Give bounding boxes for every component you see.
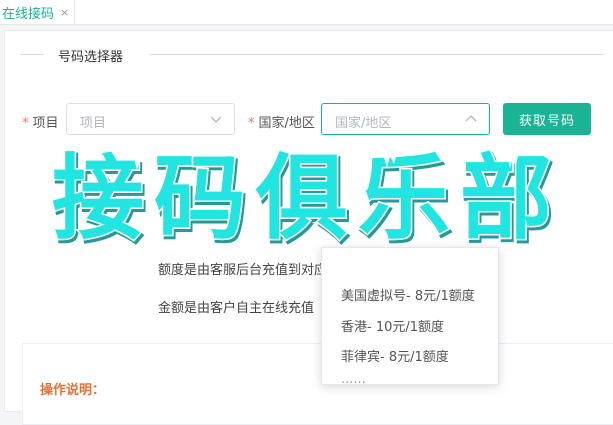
region-dropdown: 美国虚拟号- 8元/1额度 香港- 10元/1额度 菲律宾- 8元/1额度 ··… <box>321 247 499 385</box>
required-mark: * <box>248 116 255 131</box>
tab-label: 在线接码 <box>2 6 55 22</box>
notice-quota: 额度是由客服后台充值到对应 <box>158 263 328 278</box>
tab-bar: 在线接码 × <box>0 0 613 25</box>
project-placeholder: 项目 <box>80 116 107 131</box>
dropdown-option-us[interactable]: 美国虚拟号- 8元/1额度 <box>341 285 475 304</box>
divider <box>150 54 605 55</box>
required-mark: * <box>22 116 29 131</box>
region-placeholder: 国家/地区 <box>335 116 392 131</box>
dropdown-option-partial[interactable]: ······ <box>341 376 366 384</box>
notice-balance: 金额是由客户自主在线充值 <box>158 301 315 316</box>
chevron-down-icon <box>210 116 222 123</box>
svg-text:接码俱乐部: 接码俱乐部 <box>52 145 562 248</box>
dropdown-option-ph[interactable]: 菲律宾- 8元/1额度 <box>341 346 449 365</box>
project-label: * 项目 <box>22 116 59 131</box>
tab-online-sms[interactable]: 在线接码 × <box>0 0 75 24</box>
fieldset-legend: 号码选择器 <box>58 50 124 65</box>
number-selector-fieldset: 号码选择器 <box>20 44 605 65</box>
region-label: * 国家/地区 <box>248 116 315 131</box>
chevron-up-icon <box>465 115 477 122</box>
dropdown-option-hk[interactable]: 香港- 10元/1额度 <box>341 316 444 335</box>
get-number-button[interactable]: 获取号码 <box>503 103 591 135</box>
region-select[interactable]: 国家/地区 <box>321 103 490 135</box>
instructions-card <box>22 343 613 425</box>
instructions-title: 操作说明： <box>40 383 106 398</box>
watermark-logo: 接码俱乐部 <box>12 144 562 248</box>
close-icon[interactable]: × <box>60 6 69 19</box>
project-select[interactable]: 项目 <box>66 103 235 135</box>
divider <box>20 54 44 55</box>
